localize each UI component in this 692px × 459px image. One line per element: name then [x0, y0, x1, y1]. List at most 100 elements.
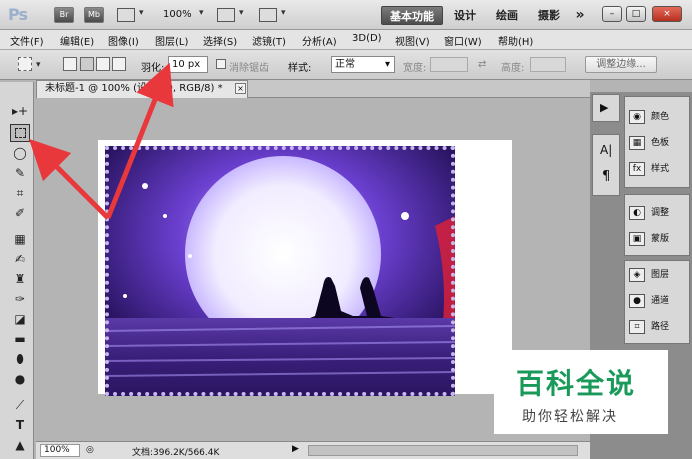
swap-icon[interactable]: ⇄	[478, 59, 486, 70]
adjustments-panel-tab[interactable]: ◐ 调整	[629, 203, 691, 223]
brush-tool-icon[interactable]: ✍	[10, 250, 30, 268]
styles-panel-tab[interactable]: fx 样式	[629, 159, 691, 179]
width-label: 宽度:	[403, 63, 427, 74]
workspace-photography-button[interactable]: 摄影	[532, 6, 566, 25]
channels-panel-tab[interactable]: ● 通道	[629, 291, 691, 311]
status-bar: 100% ◎ 文档:396.2K/566.4K ▶	[36, 441, 590, 459]
new-selection-icon[interactable]	[63, 57, 77, 71]
view-extras-icon[interactable]	[117, 8, 135, 22]
adjustments-panel-group: ◐ 调整 ▣ 蒙版	[624, 194, 690, 256]
color-panel-group: ◉ 颜色 ▦ 色板 fx 样式	[624, 96, 690, 188]
menu-3d[interactable]: 3D(D)	[352, 33, 382, 44]
menu-analysis[interactable]: 分析(A)	[302, 33, 337, 48]
intersect-selection-icon[interactable]	[112, 57, 126, 71]
status-zoom-input[interactable]: 100%	[40, 444, 80, 457]
character-panel-dock: A| ¶	[592, 134, 620, 196]
horizontal-scrollbar[interactable]	[308, 445, 578, 456]
eyedropper-tool-icon[interactable]: ✐	[10, 204, 30, 222]
gradient-tool-icon[interactable]: ▬	[10, 330, 30, 348]
path-selection-tool-icon[interactable]: ▲	[10, 436, 30, 454]
antialias-checkbox[interactable]	[216, 59, 226, 69]
menu-help[interactable]: 帮助(H)	[498, 33, 533, 48]
layers-panel-tab[interactable]: ◈ 图层	[629, 265, 691, 285]
height-input[interactable]	[530, 57, 566, 72]
dodge-tool-icon[interactable]: ●	[10, 370, 30, 388]
type-tool-icon[interactable]: T	[10, 416, 30, 434]
minimize-button[interactable]: –	[602, 6, 622, 22]
color-panel-tab[interactable]: ◉ 颜色	[629, 107, 691, 127]
title-bar: Ps Br Mb ▾ 100% ▾ ▾ ▾ 基本功能 设计 绘画 摄影 » – …	[0, 0, 692, 30]
lasso-tool-icon[interactable]: ◯	[10, 144, 30, 162]
adjustments-icon: ◐	[629, 205, 645, 220]
arrange-documents-icon[interactable]	[217, 8, 235, 22]
paths-panel-tab[interactable]: ⌗ 路径	[629, 317, 691, 337]
refine-edge-button[interactable]: 调整边缘...	[585, 56, 657, 73]
menu-window[interactable]: 窗口(W)	[444, 33, 482, 48]
bridge-button[interactable]: Br	[54, 7, 74, 23]
workspace-painting-button[interactable]: 绘画	[490, 6, 524, 25]
swatches-icon: ▦	[629, 135, 645, 150]
width-input[interactable]	[430, 57, 468, 72]
menu-view[interactable]: 视图(V)	[395, 33, 430, 48]
add-to-selection-icon[interactable]	[80, 57, 94, 71]
tool-preset-icon[interactable]	[18, 57, 32, 71]
document-size-info: 文档:396.2K/566.4K	[132, 448, 220, 458]
chevron-down-icon[interactable]: ▾	[139, 8, 144, 18]
menu-file[interactable]: 文件(F)	[10, 33, 44, 48]
watermark-title: 百科全说	[516, 367, 637, 400]
menu-layer[interactable]: 图层(L)	[155, 33, 188, 48]
chevron-down-icon[interactable]: ▾	[239, 8, 244, 18]
character-panel-icon[interactable]: A|	[600, 143, 612, 157]
toolbox: ▸+ ◯ ✎ ⌗ ✐ ▦ ✍ ♜ ✑ ◪ ▬ ⬮ ● ⟋ T ▲	[0, 82, 34, 459]
blur-tool-icon[interactable]: ⬮	[10, 350, 30, 368]
document-tab-bar: 未标题-1 @ 100% (设置 10, RGB/8) * ×	[36, 80, 590, 98]
styles-icon: fx	[629, 161, 645, 176]
photoshop-logo: Ps	[8, 5, 28, 24]
subtract-from-selection-icon[interactable]	[96, 57, 110, 71]
mask-icon: ▣	[629, 231, 645, 246]
style-select[interactable]: 正常 ▾	[331, 56, 395, 73]
play-panel-icon[interactable]: ▶	[600, 101, 608, 114]
antialias-label: 消除锯齿	[229, 63, 269, 74]
move-tool-icon[interactable]: ▸+	[10, 102, 30, 120]
close-button[interactable]: ×	[652, 6, 682, 22]
pen-tool-icon[interactable]: ⟋	[10, 396, 30, 414]
screen-mode-icon[interactable]	[259, 8, 277, 22]
status-menu-arrow-icon[interactable]: ▶	[292, 444, 299, 454]
document-tab[interactable]: 未标题-1 @ 100% (设置 10, RGB/8) * ×	[36, 80, 248, 98]
history-brush-tool-icon[interactable]: ✑	[10, 290, 30, 308]
close-tab-icon[interactable]: ×	[235, 83, 246, 94]
quick-selection-tool-icon[interactable]: ✎	[10, 164, 30, 182]
menu-filter[interactable]: 滤镜(T)	[252, 33, 286, 48]
chevron-down-icon[interactable]: ▾	[281, 8, 286, 18]
height-label: 高度:	[501, 63, 525, 74]
layers-panel-group: ◈ 图层 ● 通道 ⌗ 路径	[624, 260, 690, 344]
options-bar: ▾ 羽化: 10 px 消除锯齿 样式: 正常 ▾ 宽度: ⇄ 高度: 调整边缘.…	[0, 50, 692, 80]
style-value: 正常	[335, 59, 355, 70]
layers-icon: ◈	[629, 267, 645, 282]
menu-select[interactable]: 选择(S)	[203, 33, 237, 48]
workspace-design-button[interactable]: 设计	[448, 6, 482, 25]
crop-tool-icon[interactable]: ⌗	[10, 184, 30, 202]
chevron-down-icon[interactable]: ▾	[199, 8, 204, 18]
mini-bridge-button[interactable]: Mb	[84, 7, 104, 23]
feather-label: 羽化:	[141, 63, 165, 74]
swatches-panel-tab[interactable]: ▦ 色板	[629, 133, 691, 153]
spot-healing-tool-icon[interactable]: ▦	[10, 230, 30, 248]
watermark: 百科全说 助你轻松解决	[494, 350, 668, 434]
menu-image[interactable]: 图像(I)	[108, 33, 139, 48]
masks-panel-tab[interactable]: ▣ 蒙版	[629, 229, 691, 249]
chevron-down-icon[interactable]: ▾	[36, 60, 41, 70]
workspace-essentials-button[interactable]: 基本功能	[381, 6, 443, 25]
watermark-subtitle: 助你轻松解决	[522, 409, 618, 425]
rectangular-marquee-tool-icon[interactable]	[10, 124, 30, 142]
restore-button[interactable]: □	[626, 6, 646, 22]
menu-edit[interactable]: 编辑(E)	[60, 33, 94, 48]
status-info-icon[interactable]: ◎	[86, 445, 94, 455]
eraser-tool-icon[interactable]: ◪	[10, 310, 30, 328]
more-workspaces-button[interactable]: »	[572, 6, 588, 25]
clone-stamp-tool-icon[interactable]: ♜	[10, 270, 30, 288]
feather-input[interactable]: 10 px	[168, 56, 208, 73]
paragraph-panel-icon[interactable]: ¶	[602, 169, 610, 184]
zoom-level[interactable]: 100%	[163, 9, 192, 20]
